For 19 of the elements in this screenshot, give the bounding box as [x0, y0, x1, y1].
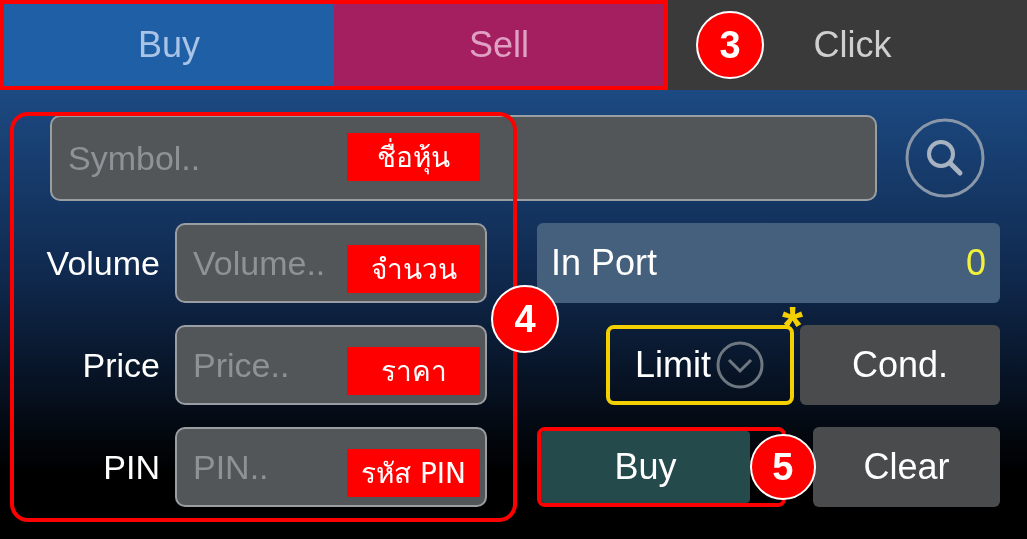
tab[interactable]: Buy [4, 4, 334, 86]
search-icon[interactable] [905, 118, 985, 198]
field-label: Price [82, 345, 160, 385]
in-port-label: In Port [551, 242, 658, 284]
annotation-tooltip: รหัส PIN [347, 449, 480, 497]
annotation-tooltip: ราคา [347, 347, 480, 395]
field-label: PIN [103, 447, 160, 487]
annotation-tooltip: จำนวน [347, 245, 480, 293]
annotation-tooltip: ชื่อหุ้น [347, 133, 480, 181]
step-badge: 5 [749, 434, 816, 500]
in-port-value: 0 [965, 242, 986, 284]
action-button[interactable]: Cond. [800, 325, 1000, 405]
step-badge: 4 [491, 285, 559, 353]
order-type-dropdown[interactable]: Limit [635, 344, 711, 386]
asterisk-mark: * [782, 298, 803, 352]
action-button[interactable]: Clear [812, 427, 1000, 507]
buy-button[interactable]: Buy [541, 431, 750, 503]
field-label: Volume [46, 243, 160, 283]
chevron-down-icon[interactable] [715, 340, 765, 390]
